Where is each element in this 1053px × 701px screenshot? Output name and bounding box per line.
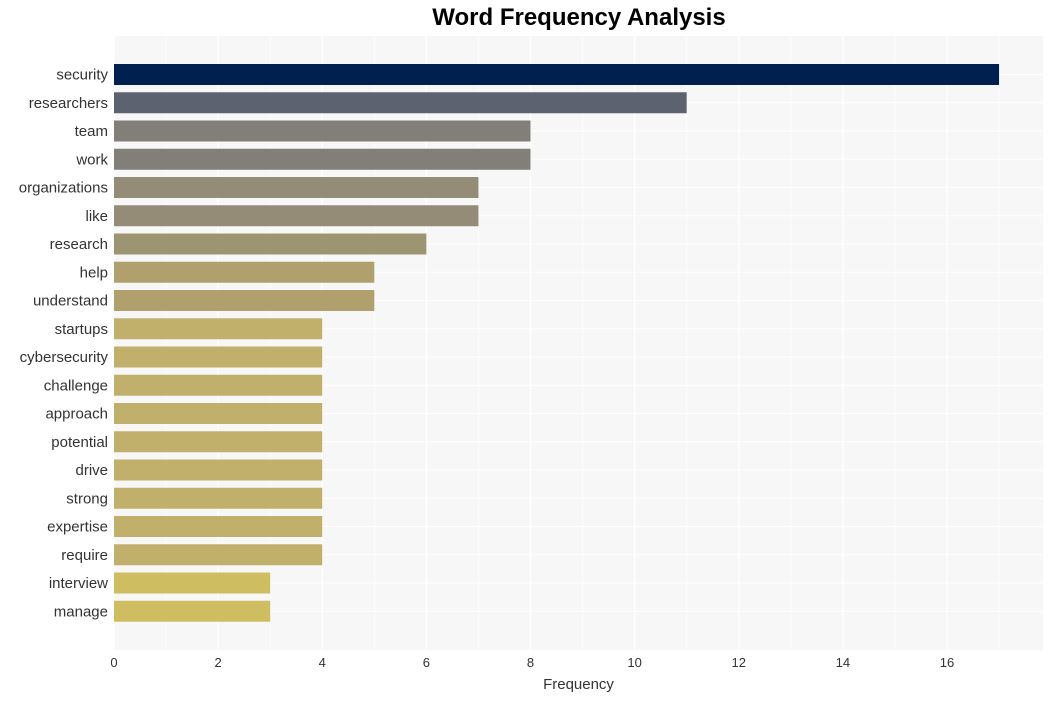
- bar-drive: [114, 459, 323, 481]
- y-tick-label: team: [75, 123, 108, 140]
- x-tick-label: 4: [319, 655, 326, 670]
- y-tick-label: expertise: [47, 519, 108, 536]
- bar-cybersecurity: [114, 346, 323, 368]
- y-tick-label: research: [50, 236, 108, 253]
- bar-researchers: [114, 92, 687, 114]
- bar-startups: [114, 318, 323, 340]
- bar-understand: [114, 290, 375, 311]
- y-tick-label: potential: [51, 434, 108, 451]
- y-tick-label: understand: [33, 293, 108, 310]
- x-axis-ticks: 0 2 4 6 8 10 12 14 16: [110, 655, 954, 670]
- y-tick-label: require: [61, 547, 108, 564]
- bar-strong: [114, 487, 323, 509]
- x-tick-label: 16: [940, 655, 954, 670]
- y-tick-label: researchers: [29, 95, 108, 112]
- y-tick-label: like: [85, 208, 108, 225]
- x-tick-label: 2: [215, 655, 222, 670]
- bar-like: [114, 205, 479, 227]
- y-tick-label: challenge: [44, 377, 108, 394]
- bar-potential: [114, 431, 323, 453]
- x-tick-label: 6: [423, 655, 430, 670]
- bar-team: [114, 120, 531, 142]
- y-tick-label: help: [80, 264, 108, 281]
- bar-approach: [114, 403, 323, 424]
- y-tick-label: security: [56, 67, 108, 84]
- y-axis-labels: security researchers team work organizations…: [19, 67, 109, 621]
- y-tick-label: startups: [55, 321, 108, 338]
- bar-research: [114, 233, 427, 255]
- bar-help: [114, 261, 375, 283]
- bar-interview: [114, 572, 271, 594]
- bar-require: [114, 544, 323, 566]
- y-tick-label: approach: [45, 406, 108, 423]
- x-tick-label: 8: [527, 655, 534, 670]
- x-tick-label: 12: [732, 655, 746, 670]
- y-tick-label: drive: [75, 462, 108, 479]
- y-tick-label: strong: [66, 490, 108, 507]
- y-tick-label: work: [75, 151, 108, 168]
- x-tick-label: 0: [110, 655, 117, 670]
- x-axis-label: Frequency: [543, 676, 614, 693]
- bar-manage: [114, 600, 271, 622]
- bar-chart: security researchers team work organizations…: [19, 36, 1043, 693]
- bar-challenge: [114, 374, 323, 396]
- bar-work: [114, 148, 531, 170]
- y-tick-label: interview: [49, 575, 108, 592]
- bar-organizations: [114, 177, 479, 198]
- bar-security: [114, 64, 1000, 85]
- x-tick-label: 14: [836, 655, 850, 670]
- y-tick-label: cybersecurity: [20, 349, 109, 366]
- y-tick-label: organizations: [19, 180, 108, 197]
- x-tick-label: 10: [627, 655, 641, 670]
- y-tick-label: manage: [54, 603, 108, 620]
- bar-expertise: [114, 516, 323, 537]
